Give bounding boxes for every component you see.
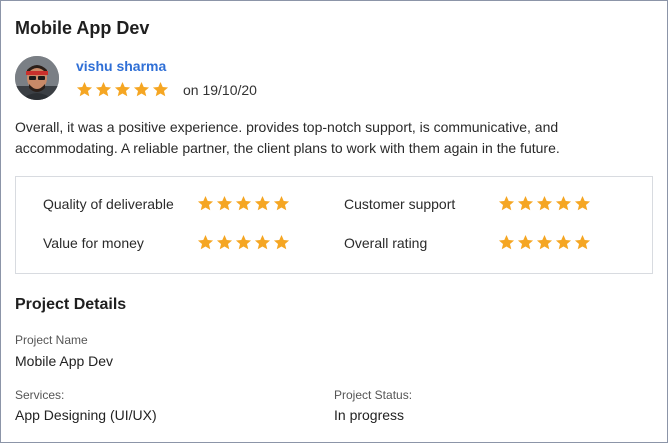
project-name-value: Mobile App Dev xyxy=(15,353,114,369)
star-icon xyxy=(197,235,214,250)
star-icon xyxy=(152,82,169,97)
star-icon xyxy=(273,196,290,211)
reviewer-avatar xyxy=(15,56,59,100)
card-title: Mobile App Dev xyxy=(15,18,150,38)
star-icon xyxy=(114,82,131,97)
star-icon xyxy=(498,196,515,211)
rating-label-overall: Overall rating xyxy=(344,235,428,251)
star-icon xyxy=(216,235,233,250)
services-label: Services: xyxy=(15,388,65,402)
ratings-box: Quality of deliverable Customer support … xyxy=(15,176,653,274)
rating-label-value: Value for money xyxy=(43,235,144,251)
project-name-label: Project Name xyxy=(15,333,88,347)
review-text: Overall, it was a positive experience. p… xyxy=(15,119,560,156)
project-status-value: In progress xyxy=(334,407,405,423)
review-date: on 19/10/20 xyxy=(183,82,257,98)
rating-stars-value xyxy=(197,234,290,251)
reviewer-name-link[interactable]: vishu sharma xyxy=(76,58,166,74)
star-icon xyxy=(197,196,214,211)
rating-stars-quality xyxy=(197,195,290,212)
star-icon xyxy=(555,196,572,211)
star-icon xyxy=(254,235,271,250)
review-card: Mobile App Dev vishu sharma on 19/10/20 … xyxy=(0,0,668,443)
reviewer-star-rating xyxy=(76,81,169,98)
rating-stars-support xyxy=(498,195,591,212)
star-icon xyxy=(555,235,572,250)
rating-stars-overall xyxy=(498,234,591,251)
project-status-label: Project Status: xyxy=(334,388,413,402)
star-icon xyxy=(273,235,290,250)
star-icon xyxy=(95,82,112,97)
star-icon xyxy=(536,196,553,211)
project-details-heading: Project Details xyxy=(15,296,127,313)
star-icon xyxy=(574,196,591,211)
star-icon xyxy=(498,235,515,250)
star-icon xyxy=(216,196,233,211)
star-icon xyxy=(517,235,534,250)
star-icon xyxy=(574,235,591,250)
star-icon xyxy=(76,82,93,97)
star-icon xyxy=(133,82,150,97)
rating-label-support: Customer support xyxy=(344,196,456,212)
star-icon xyxy=(235,235,252,250)
services-value: App Designing (UI/UX) xyxy=(15,407,157,423)
star-icon xyxy=(517,196,534,211)
star-icon xyxy=(536,235,553,250)
person-avatar-icon xyxy=(15,56,59,100)
star-icon xyxy=(235,196,252,211)
star-icon xyxy=(254,196,271,211)
rating-label-quality: Quality of deliverable xyxy=(43,196,174,212)
